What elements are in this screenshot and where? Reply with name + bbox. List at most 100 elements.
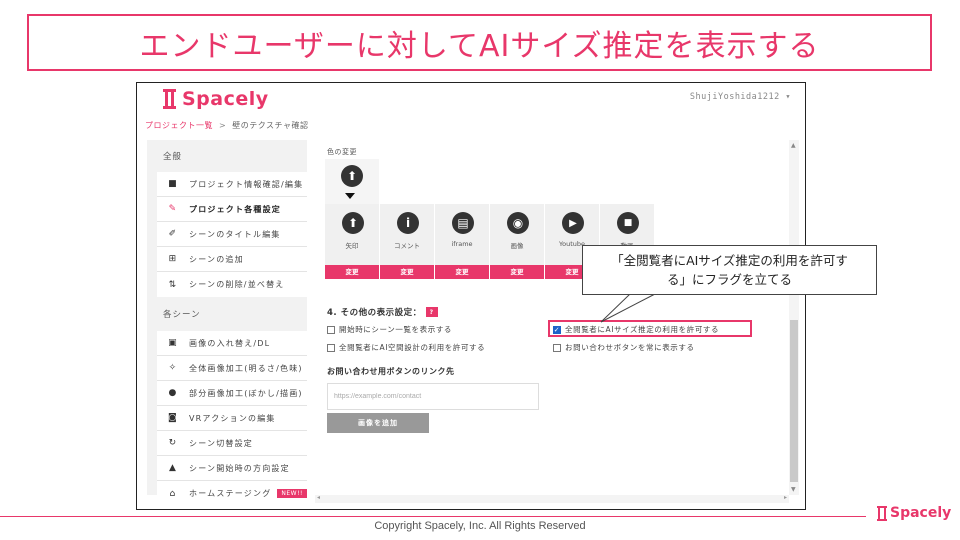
slide-title-box: エンドユーザーに対してAIサイズ推定を表示する <box>27 14 932 71</box>
sidebar-item-label: シーンの追加 <box>189 254 244 264</box>
pencil-icon: ✐ <box>168 229 178 239</box>
highlight-box <box>548 320 752 337</box>
magic-icon: ✧ <box>168 363 178 373</box>
icon-tile-label: コメント <box>394 242 420 250</box>
breadcrumb-current: 壁のテクスチャ確認 <box>232 121 309 130</box>
sidebar-item-label: シーン開始時の方向設定 <box>189 463 290 473</box>
checkbox-allow-ai-space-design[interactable]: 全閲覧者にAI空間設計の利用を許可する <box>327 342 485 353</box>
other-settings-heading-text: 4. その他の表示設定： <box>327 308 422 318</box>
user-menu[interactable]: ShujiYoshida1212 ▾ <box>690 92 791 102</box>
breadcrumb-project-list-link[interactable]: プロジェクト一覧 <box>145 121 213 130</box>
sidebar-item-scene-title[interactable]: ✐ シーンのタイトル編集 <box>157 222 307 247</box>
sidebar-item-partial-adjust[interactable]: ● 部分画像加工(ぼかし/描画) <box>157 381 307 406</box>
sidebar-item-label: VRアクションの編集 <box>189 413 276 423</box>
change-button[interactable]: 変更 <box>325 265 379 279</box>
scroll-down-icon[interactable]: ▼ <box>791 486 796 493</box>
sidebar-item-label: シーン切替設定 <box>189 438 253 448</box>
settings-panel: 色の変更 ⬆ ⬆ 矢印 変更 i コメント 変更 ▤ iframe 変更 ◉ 画… <box>315 140 785 495</box>
sidebar-item-label: 全体画像加工(明るさ/色味) <box>189 363 303 373</box>
sidebar-item-scene-switch[interactable]: ↻ シーン切替設定 <box>157 431 307 456</box>
sidebar-item-label: ホームステージング <box>189 489 272 498</box>
checkbox-label: お問い合わせボタンを常に表示する <box>565 343 695 352</box>
video-icon: ■ <box>617 212 639 234</box>
checkbox-label: 全閲覧者にAI空間設計の利用を許可する <box>339 343 486 352</box>
youtube-icon: ▶ <box>562 212 584 234</box>
color-dropdown-caret-icon[interactable] <box>345 193 355 199</box>
horizontal-scrollbar[interactable]: ◂ ▸ <box>315 494 789 503</box>
sidebar-item-label: 画像の入れ替え/DL <box>189 338 271 348</box>
checkbox-unchecked[interactable] <box>553 343 561 352</box>
spacely-logo-icon <box>877 505 887 521</box>
iframe-icon: ▤ <box>452 212 474 234</box>
change-button[interactable]: 変更 <box>380 265 434 279</box>
sidebar-item-project-settings[interactable]: ✎ プロジェクト各種設定 <box>157 197 307 222</box>
sidebar-item-global-adjust[interactable]: ✧ 全体画像加工(明るさ/色味) <box>157 356 307 381</box>
slide-title: エンドユーザーに対してAIサイズ推定を表示する <box>139 28 820 64</box>
sidebar-item-start-direction[interactable]: ▲ シーン開始時の方向設定 <box>157 456 307 481</box>
scroll-left-icon[interactable]: ◂ <box>317 494 320 501</box>
scroll-right-icon[interactable]: ▸ <box>784 494 787 501</box>
contact-link-heading: お問い合わせ用ボタンのリンク先 <box>327 367 455 376</box>
checkbox-unchecked[interactable] <box>327 325 335 334</box>
new-badge: NEW!! <box>277 489 307 498</box>
sidebar-item-add-scene[interactable]: ⊞ シーンの追加 <box>157 247 307 272</box>
sidebar-item-project-info[interactable]: ■ プロジェクト情報確認/編集 <box>157 172 307 197</box>
footer-logo-text: Spacely <box>890 505 952 521</box>
sidebar-item-vr-action[interactable]: ◙ VRアクションの編集 <box>157 406 307 431</box>
sidebar-item-label: シーンの削除/並べ替え <box>189 280 285 289</box>
icon-tile-label: iframe <box>451 240 473 248</box>
annotation-callout: 「全閲覧者にAIサイズ推定の利用を許可す る」にフラグを立てる <box>582 245 877 295</box>
checkbox-always-show-contact[interactable]: お問い合わせボタンを常に表示する <box>553 342 695 353</box>
scroll-thumb[interactable] <box>790 320 798 482</box>
sidebar-section-general: 全般 <box>163 152 183 162</box>
sidebar-item-home-staging[interactable]: ⌂ ホームステージング NEW!! <box>157 481 307 506</box>
triangle-up-icon: ▲ <box>168 463 178 473</box>
sidebar-item-label: 部分画像加工(ぼかし/描画) <box>189 388 303 398</box>
wrench-icon: ✎ <box>168 204 178 214</box>
icon-tile-label: 画像 <box>510 242 524 250</box>
palette-icon: ● <box>168 388 178 398</box>
vertical-scrollbar[interactable]: ▲ ▼ <box>789 140 799 495</box>
plus-square-icon: ⊞ <box>168 254 178 264</box>
sort-icon: ⇅ <box>168 279 178 290</box>
breadcrumb-separator: > <box>219 121 227 130</box>
checkbox-label: 開始時にシーン一覧を表示する <box>339 325 453 334</box>
sidebar-item-label: プロジェクト各種設定 <box>189 204 281 214</box>
arrow-up-circle-icon: ⬆ <box>342 212 364 234</box>
footer-divider <box>0 516 866 517</box>
icon-tile-iframe: ▤ iframe 変更 <box>435 204 490 279</box>
copyright-text: Copyright Spacely, Inc. All Rights Reser… <box>374 520 586 532</box>
callout-line-2: る」にフラグを立てる <box>666 272 792 287</box>
logo-text: Spacely <box>182 88 269 110</box>
vr-icon: ◙ <box>168 413 178 423</box>
camera-icon: ◉ <box>507 212 529 234</box>
contact-url-input[interactable] <box>327 383 539 410</box>
home-icon: ⌂ <box>169 488 177 499</box>
app-header: Spacely ShujiYoshida1212 ▾ <box>137 83 805 117</box>
image-swap-icon: ▣ <box>168 338 178 348</box>
info-circle-icon: i <box>397 212 419 234</box>
checkbox-show-scene-list[interactable]: 開始時にシーン一覧を表示する <box>327 324 452 335</box>
checkbox-unchecked[interactable] <box>327 343 335 352</box>
sidebar-item-image-swap[interactable]: ▣ 画像の入れ替え/DL <box>157 331 307 356</box>
icon-tile-image: ◉ 画像 変更 <box>490 204 545 279</box>
help-icon[interactable]: ? <box>425 307 438 317</box>
icon-tile-comment: i コメント 変更 <box>380 204 435 279</box>
callout-line-1: 「全閲覧者にAIサイズ推定の利用を許可す <box>611 253 848 268</box>
scroll-up-icon[interactable]: ▲ <box>791 142 796 149</box>
file-icon: ■ <box>168 179 178 189</box>
sidebar-item-delete-sort[interactable]: ⇅ シーンの削除/並べ替え <box>157 272 307 297</box>
change-button[interactable]: 変更 <box>490 265 544 279</box>
sidebar-item-label: プロジェクト情報確認/編集 <box>189 179 304 189</box>
icon-tile-arrow: ⬆ 矢印 変更 <box>325 204 380 279</box>
refresh-icon: ↻ <box>168 438 178 448</box>
footer-logo: Spacely <box>877 505 951 521</box>
sidebar: 全般 ■ プロジェクト情報確認/編集 ✎ プロジェクト各種設定 ✐ シーンのタイ… <box>147 140 307 506</box>
other-settings-heading: 4. その他の表示設定： ? <box>327 306 438 318</box>
change-button[interactable]: 変更 <box>435 265 489 279</box>
arrow-up-circle-icon: ⬆ <box>341 165 363 187</box>
spacely-logo[interactable]: Spacely <box>163 88 269 110</box>
sidebar-section-scenes: 各シーン <box>163 310 201 320</box>
add-image-button[interactable]: 画像を追加 <box>327 413 429 433</box>
icon-tile-label: 矢印 <box>345 242 359 250</box>
